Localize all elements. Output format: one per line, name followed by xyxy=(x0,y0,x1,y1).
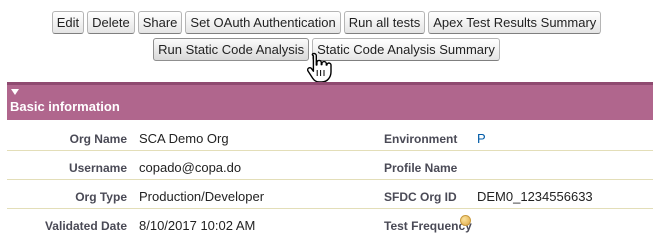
basic-information-section-header[interactable]: Basic information xyxy=(7,82,653,120)
delete-button[interactable]: Delete xyxy=(87,11,135,34)
apex-test-results-summary-button[interactable]: Apex Test Results Summary xyxy=(428,11,602,34)
run-all-tests-button[interactable]: Run all tests xyxy=(343,11,426,34)
detail-row: Org Name SCA Demo Org Environment P xyxy=(7,122,653,151)
org-type-value: Production/Developer xyxy=(139,189,265,204)
environment-link[interactable]: P xyxy=(477,131,486,146)
button-bar-top: Edit Delete Share Set OAuth Authenticati… xyxy=(0,11,653,34)
detail-row: Validated Date 8/10/2017 10:02 AM Test F… xyxy=(7,209,653,238)
static-code-analysis-summary-button[interactable]: Static Code Analysis Summary xyxy=(312,38,500,61)
test-frequency-label: Test Frequency xyxy=(384,219,472,233)
help-bubble-icon[interactable] xyxy=(460,215,471,226)
triangle-down-icon[interactable] xyxy=(11,89,19,95)
username-label: Username xyxy=(68,161,127,175)
section-title: Basic information xyxy=(10,99,120,114)
share-button[interactable]: Share xyxy=(137,11,183,34)
org-name-value: SCA Demo Org xyxy=(139,131,229,146)
hand-pointer-icon xyxy=(306,52,332,83)
username-value: copado@copa.do xyxy=(139,160,242,175)
run-static-code-analysis-button[interactable]: Run Static Code Analysis xyxy=(153,38,310,61)
validated-date-value: 8/10/2017 10:02 AM xyxy=(139,218,256,233)
edit-button[interactable]: Edit xyxy=(51,11,85,34)
org-type-label: Org Type xyxy=(75,190,127,204)
sfdc-org-id-value: DEM0_1234556633 xyxy=(477,189,593,204)
org-name-label: Org Name xyxy=(69,132,127,146)
sfdc-org-id-label: SFDC Org ID xyxy=(384,190,457,204)
profile-name-label: Profile Name xyxy=(384,161,458,175)
detail-row: Org Type Production/Developer SFDC Org I… xyxy=(7,180,653,209)
validated-date-label: Validated Date xyxy=(44,219,127,233)
detail-row: Username copado@copa.do Profile Name xyxy=(7,151,653,180)
set-oauth-authentication-button[interactable]: Set OAuth Authentication xyxy=(185,11,341,34)
environment-label: Environment xyxy=(384,132,458,146)
